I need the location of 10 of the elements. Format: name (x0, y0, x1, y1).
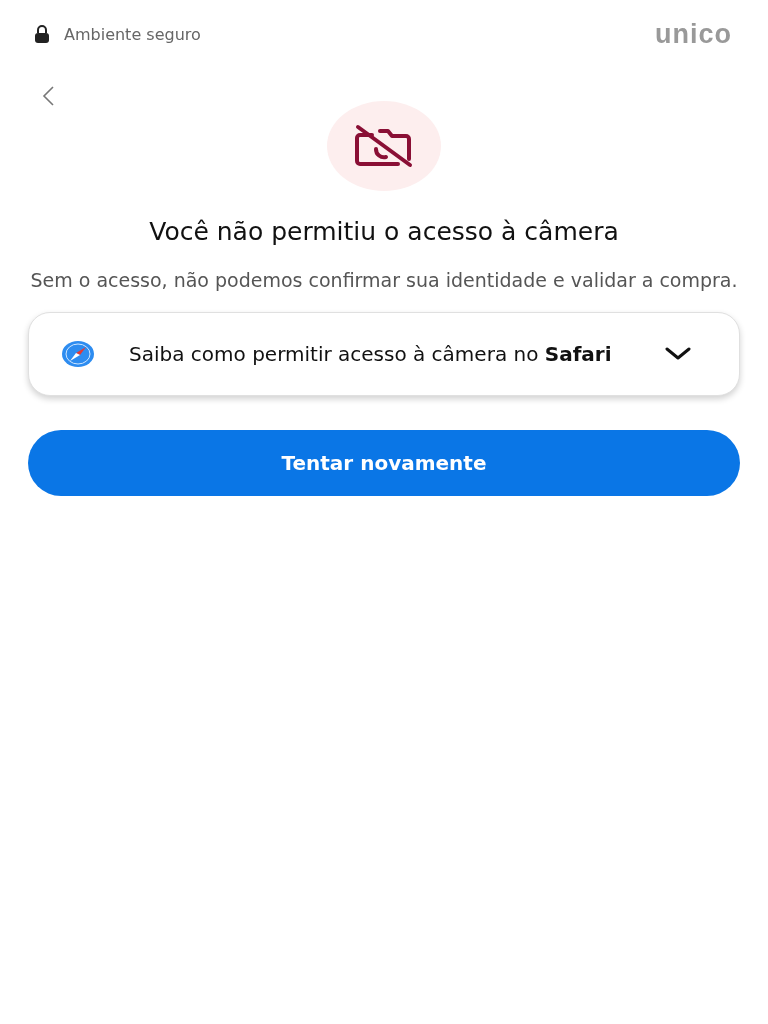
retry-button[interactable]: Tentar novamente (28, 430, 740, 496)
secure-label: Ambiente seguro (64, 24, 201, 44)
compass-icon (61, 340, 95, 368)
camera-off-icon (354, 123, 414, 169)
help-accordion[interactable]: Saiba como permitir acesso à câmera no Safari (28, 312, 740, 396)
lock-icon (34, 25, 50, 43)
logo: unico (655, 18, 732, 50)
subtitle: Sem o acesso, não podemos confirmar sua identidade e validar a compra. (29, 268, 739, 293)
chevron-icon (665, 347, 691, 361)
title: Você não permitiu o acesso à câmera (148, 217, 620, 246)
